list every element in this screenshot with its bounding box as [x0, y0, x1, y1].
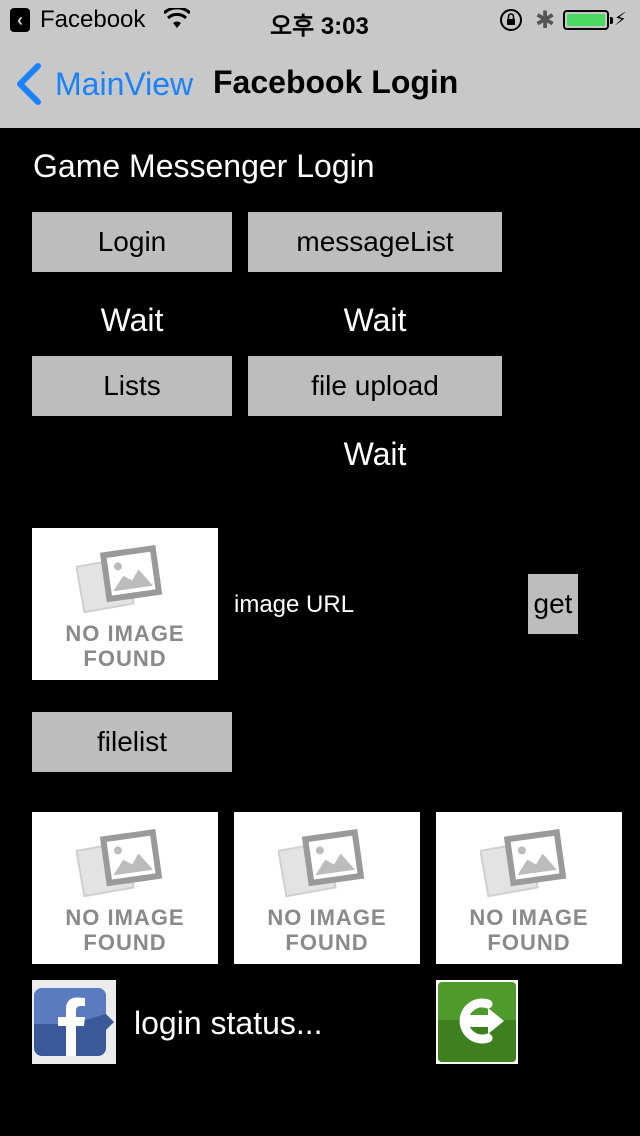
no-image-caption-line2: FOUND [83, 646, 167, 671]
image-placeholder-icon [76, 544, 163, 614]
get-button[interactable]: get [528, 574, 578, 634]
file-image-1: NO IMAGE FOUND [32, 812, 218, 964]
no-image-caption-line2: FOUND [285, 930, 369, 955]
charging-icon: ⚡ [614, 9, 627, 29]
lists-button[interactable]: Lists [32, 356, 232, 416]
no-image-caption-line2: FOUND [487, 930, 571, 955]
image-placeholder-icon [278, 828, 365, 898]
login-status-label: login status... [134, 1005, 323, 1041]
no-image-caption-line1: NO IMAGE [65, 905, 185, 930]
bluetooth-icon: ✱ [535, 7, 556, 34]
message-wait-label: Wait [343, 302, 407, 338]
back-chevron-icon[interactable] [14, 62, 44, 106]
image-placeholder-icon [76, 828, 163, 898]
no-image-caption-line2: FOUND [83, 930, 167, 955]
file-upload-button[interactable]: file upload [248, 356, 502, 416]
back-app-label[interactable]: Facebook [40, 6, 145, 34]
no-image-caption-line1: NO IMAGE [267, 905, 387, 930]
file-image-3: NO IMAGE FOUND [436, 812, 622, 964]
upload-wait-label: Wait [343, 436, 407, 472]
status-bar: ‹ Facebook 오후 3:03 ✱ ⚡ [0, 0, 640, 40]
back-app-icon[interactable]: ‹ [10, 8, 30, 32]
back-button[interactable]: MainView [55, 66, 193, 103]
image-preview: NO IMAGE FOUND [32, 528, 218, 680]
message-list-button[interactable]: messageList [248, 212, 502, 272]
no-image-caption-line1: NO IMAGE [469, 905, 589, 930]
image-url-label[interactable]: image URL [234, 591, 354, 619]
section-header: Game Messenger Login [33, 148, 375, 184]
logout-icon[interactable] [436, 980, 518, 1064]
login-button[interactable]: Login [32, 212, 232, 272]
no-image-caption-line1: NO IMAGE [65, 621, 185, 646]
orientation-lock-icon [500, 9, 522, 31]
clock: 오후 3:03 [270, 13, 369, 40]
filelist-button[interactable]: filelist [32, 712, 232, 772]
facebook-login-icon[interactable] [32, 980, 116, 1064]
file-image-2: NO IMAGE FOUND [234, 812, 420, 964]
page-title: Facebook Login [213, 64, 459, 100]
wifi-icon [164, 8, 190, 28]
navigation-bar: MainView Facebook Login [0, 40, 640, 128]
battery-icon [563, 10, 613, 30]
login-wait-label: Wait [100, 302, 164, 338]
image-placeholder-icon [480, 828, 567, 898]
